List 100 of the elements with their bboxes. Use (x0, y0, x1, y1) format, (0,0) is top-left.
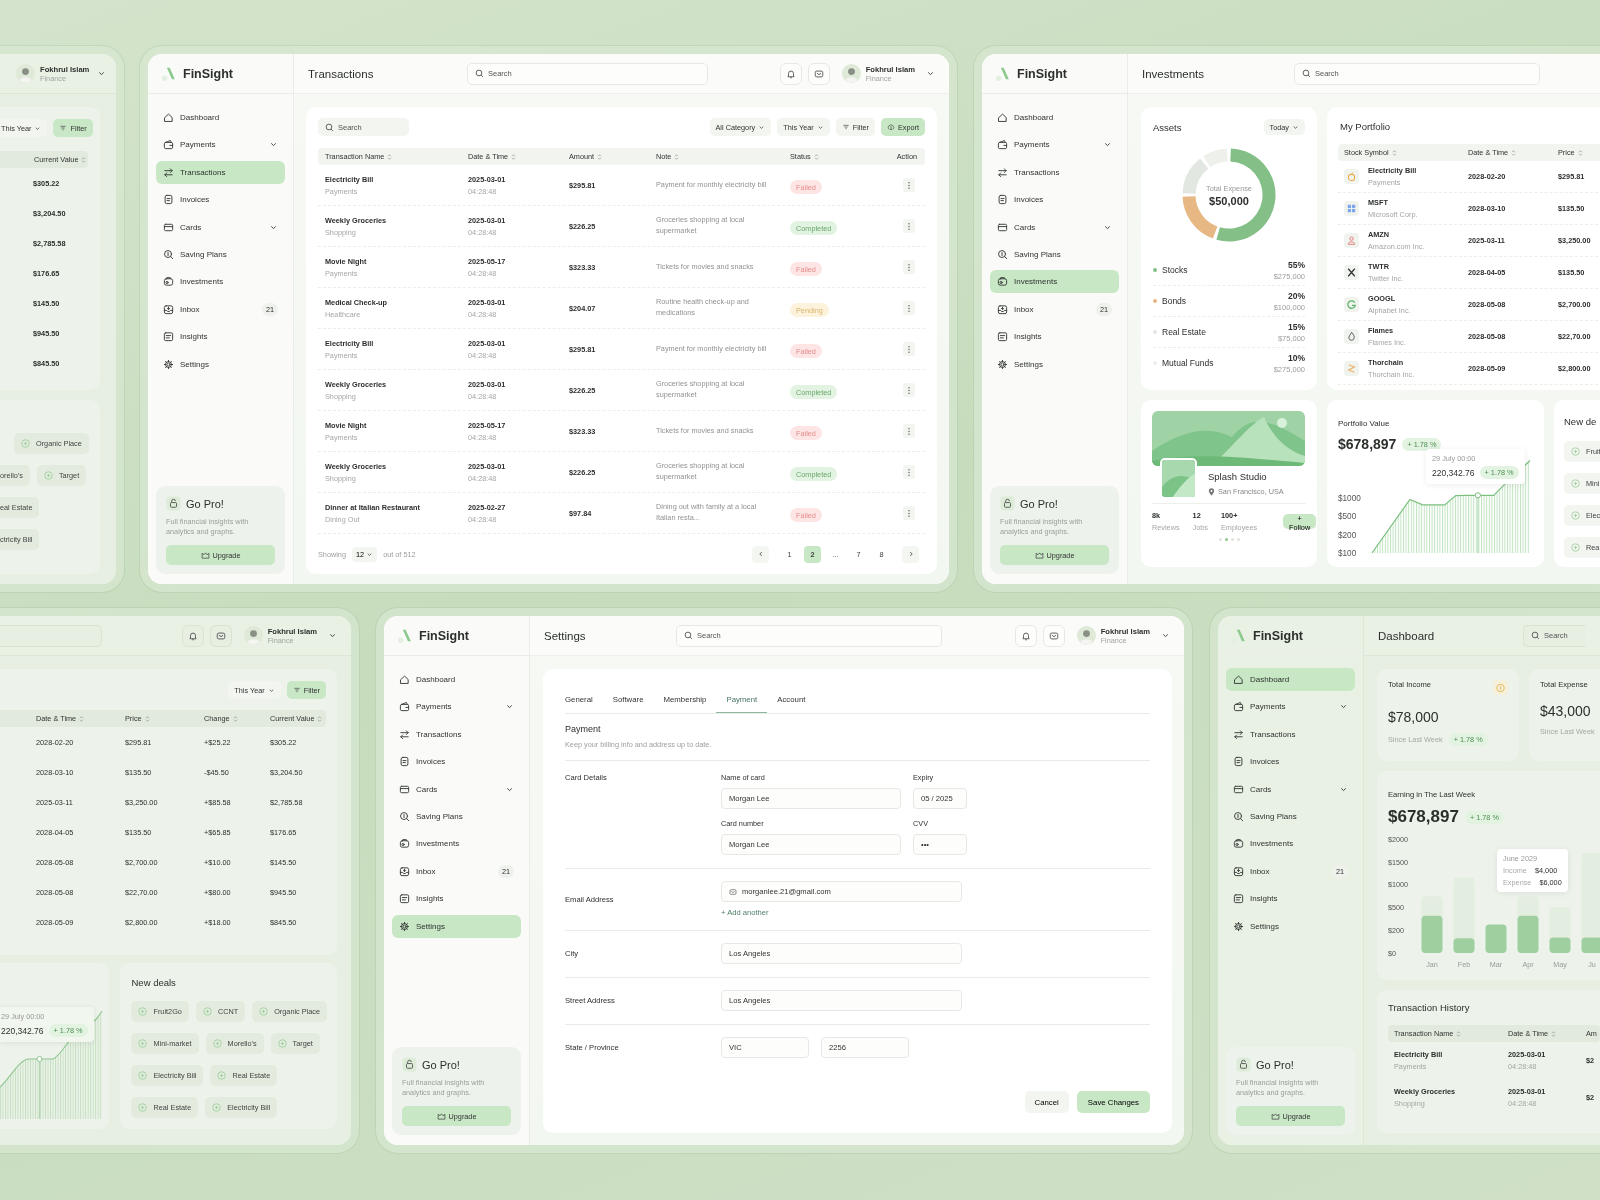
nav-item[interactable]: Invoices (392, 750, 521, 774)
page-title: Transactions (308, 67, 375, 80)
more-button[interactable] (903, 260, 915, 274)
nav-item[interactable]: Investments (392, 832, 521, 856)
nav-item[interactable]: Dashboard (1226, 668, 1355, 691)
section-title: Payment (565, 724, 602, 734)
pager-dot[interactable] (1224, 538, 1228, 541)
more-button[interactable] (903, 465, 915, 479)
brand-name: FinSight (183, 66, 233, 81)
plus-icon (1571, 511, 1580, 520)
nav-item[interactable]: Payments (392, 695, 521, 719)
nav-item[interactable]: Invoices (990, 188, 1119, 212)
notifications-button[interactable] (779, 62, 802, 85)
nav-item[interactable]: Settings (156, 352, 285, 376)
notifications-button[interactable] (181, 624, 204, 647)
nav-item[interactable]: Invoices (156, 188, 285, 212)
inbox-icon (997, 303, 1008, 315)
location-pin-icon (1208, 487, 1215, 496)
nav-item[interactable]: Dashboard (392, 668, 521, 691)
nav-item[interactable]: Transactions (1226, 722, 1355, 746)
more-icon (907, 425, 911, 437)
mail-button[interactable] (807, 62, 830, 85)
settings-icon (163, 358, 174, 370)
more-button[interactable] (903, 301, 915, 315)
nav-item[interactable]: Invoices (1226, 750, 1355, 774)
nav-item[interactable]: Cards (156, 215, 285, 239)
more-button[interactable] (903, 342, 915, 356)
chevron-down-icon (1292, 123, 1299, 131)
chevron-down-icon (926, 69, 935, 78)
more-button[interactable] (903, 178, 915, 192)
nav-item[interactable]: Transactions (156, 160, 285, 184)
card-title: My Portfolio (1340, 121, 1392, 132)
coin-search-icon (399, 810, 410, 822)
grid-icon (1344, 201, 1359, 216)
nav-item[interactable]: Transactions (392, 722, 521, 746)
bar (1485, 924, 1507, 953)
previous-page-button[interactable] (752, 546, 769, 563)
more-icon (907, 261, 911, 273)
nav-item[interactable]: Dashboard (990, 106, 1119, 129)
cross-icon (1344, 265, 1359, 280)
pager-dot[interactable] (1218, 538, 1222, 541)
card-title: Assets (1153, 121, 1182, 133)
nav-item[interactable]: Insights (156, 325, 285, 349)
card-icon (1233, 783, 1244, 795)
mail-button[interactable] (209, 624, 232, 647)
mail-icon (813, 68, 824, 79)
plus-icon (259, 1007, 269, 1016)
sort-icon (1391, 148, 1397, 157)
card-title: Transaction History (1388, 1002, 1471, 1013)
promo-title: Go Pro! (422, 1058, 460, 1071)
more-button[interactable] (903, 506, 915, 520)
coin-search-icon (1233, 810, 1244, 822)
zigzag-icon (1344, 361, 1359, 376)
nav-item[interactable]: Cards (1226, 777, 1355, 801)
nav-item[interactable]: Settings (1226, 914, 1355, 938)
filter-icon (59, 124, 68, 132)
nav-item[interactable]: Insights (990, 325, 1119, 349)
more-icon (907, 302, 911, 314)
wallet-icon (997, 139, 1008, 151)
more-button[interactable] (903, 383, 915, 397)
nav-item[interactable]: Investments (156, 270, 285, 294)
nav-item[interactable]: Payments (1226, 695, 1355, 719)
nav-item[interactable]: Investments (1226, 832, 1355, 856)
lock-icon (402, 1057, 417, 1073)
next-page-button[interactable] (902, 546, 919, 563)
sort-icon (597, 152, 603, 161)
nav-item[interactable]: Saving Plans (156, 242, 285, 266)
nav-item[interactable]: Cards (392, 777, 521, 801)
more-button[interactable] (903, 219, 915, 233)
mail-button[interactable] (1042, 624, 1065, 647)
nav-item[interactable]: Payments (990, 133, 1119, 157)
sort-icon (1551, 1029, 1557, 1038)
nav-item[interactable]: Saving Plans (990, 242, 1119, 266)
notifications-button[interactable] (1014, 624, 1037, 647)
legend-label: Stocks (1162, 265, 1188, 275)
nav-item[interactable]: Settings (990, 352, 1119, 376)
nav-item[interactable]: Transactions (990, 160, 1119, 184)
promo-title: Go Pro! (186, 497, 224, 510)
legend-percent: 10% (1288, 352, 1305, 363)
nav-item[interactable]: Payments (156, 133, 285, 157)
more-button[interactable] (903, 424, 915, 438)
lock-icon (1236, 1057, 1251, 1073)
axis-label: $500 (1338, 512, 1357, 521)
document-icon (997, 331, 1008, 343)
nav-item[interactable]: Settings (392, 914, 521, 938)
nav-item[interactable]: Insights (1226, 887, 1355, 911)
coin-search-icon (163, 248, 174, 260)
nav-item[interactable]: Insights (392, 887, 521, 911)
settings-icon (997, 358, 1008, 370)
nav-item[interactable]: Cards (990, 215, 1119, 239)
nav-item[interactable]: Investments (990, 270, 1119, 294)
plus-icon (1571, 447, 1580, 456)
nav-item[interactable]: Saving Plans (1226, 804, 1355, 828)
nav-item[interactable]: Dashboard (156, 106, 285, 129)
nav-item[interactable]: Saving Plans (392, 804, 521, 828)
pager-dot[interactable] (1230, 538, 1234, 541)
sort-icon (813, 152, 819, 161)
coin-icon (1493, 680, 1508, 695)
plus-icon (212, 1103, 222, 1112)
pager-dot[interactable] (1236, 538, 1240, 541)
